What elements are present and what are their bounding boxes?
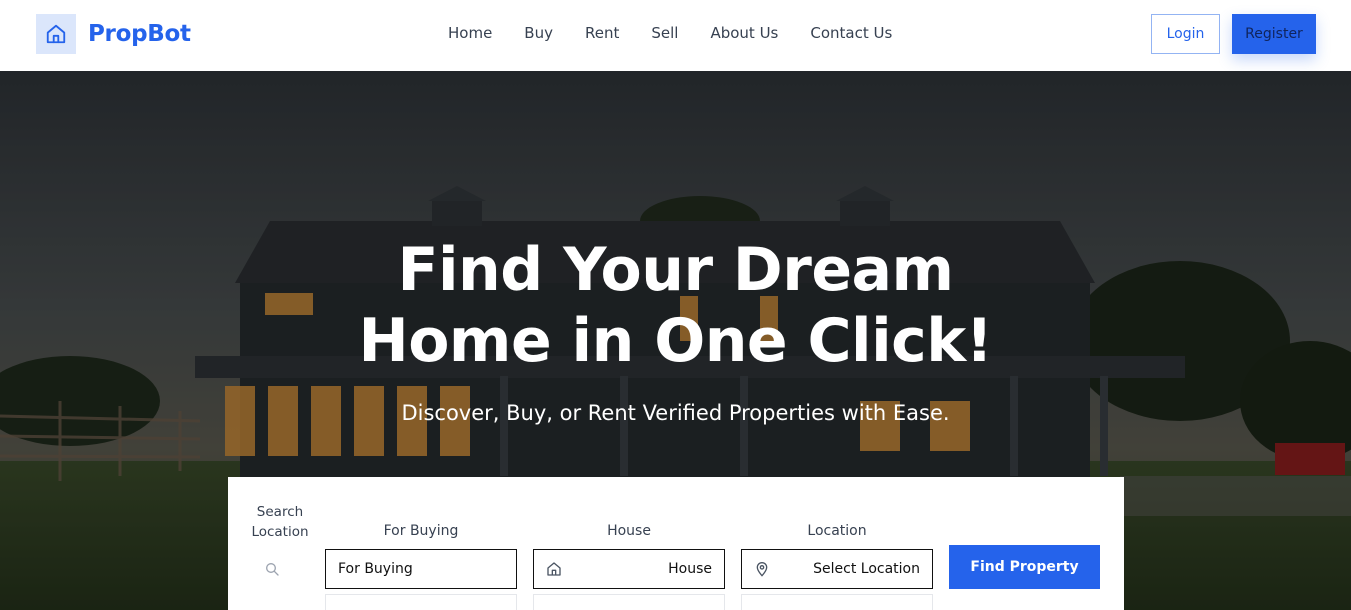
purpose-label: For Buying [383, 523, 459, 539]
find-property-button[interactable]: Find Property [949, 545, 1100, 589]
brand-logo[interactable]: PropBot [36, 14, 191, 54]
nav-home[interactable]: Home [448, 24, 492, 42]
purpose-select[interactable]: For Buying [325, 549, 517, 589]
hero-title-line2: Home in One Click! [358, 306, 993, 376]
location-label: Location [807, 523, 867, 539]
purpose-value: For Buying [338, 561, 413, 577]
purpose-dropdown-edge [325, 594, 517, 610]
house-icon [36, 14, 76, 54]
property-type-value: House [668, 561, 712, 577]
search-label-line2: Location [251, 524, 309, 540]
nav-contact-us[interactable]: Contact Us [810, 24, 892, 42]
house-icon [546, 561, 562, 577]
property-search-panel: Search Location For Buying For Buying Ho… [228, 477, 1124, 610]
property-type-dropdown-edge [533, 594, 725, 610]
hero-title-line1: Find Your Dream [397, 235, 954, 305]
search-location-label: Search Location [248, 502, 312, 542]
register-button[interactable]: Register [1232, 14, 1316, 54]
brand-name: PropBot [88, 21, 191, 47]
nav-buy[interactable]: Buy [524, 24, 553, 42]
map-pin-icon [754, 561, 770, 577]
property-type-label: House [607, 523, 651, 539]
hero-subtitle: Discover, Buy, or Rent Verified Properti… [401, 401, 950, 425]
location-value: Select Location [813, 561, 920, 577]
main-nav: Home Buy Rent Sell About Us Contact Us [448, 24, 892, 42]
navbar: PropBot Home Buy Rent Sell About Us Cont… [0, 0, 1351, 71]
property-type-select[interactable]: House [533, 549, 725, 589]
location-dropdown-edge [741, 594, 933, 610]
search-icon[interactable] [264, 561, 280, 581]
nav-sell[interactable]: Sell [651, 24, 678, 42]
location-select[interactable]: Select Location [741, 549, 933, 589]
login-button[interactable]: Login [1151, 14, 1220, 54]
nav-rent[interactable]: Rent [585, 24, 619, 42]
search-label-line1: Search [256, 504, 304, 520]
nav-about-us[interactable]: About Us [710, 24, 778, 42]
